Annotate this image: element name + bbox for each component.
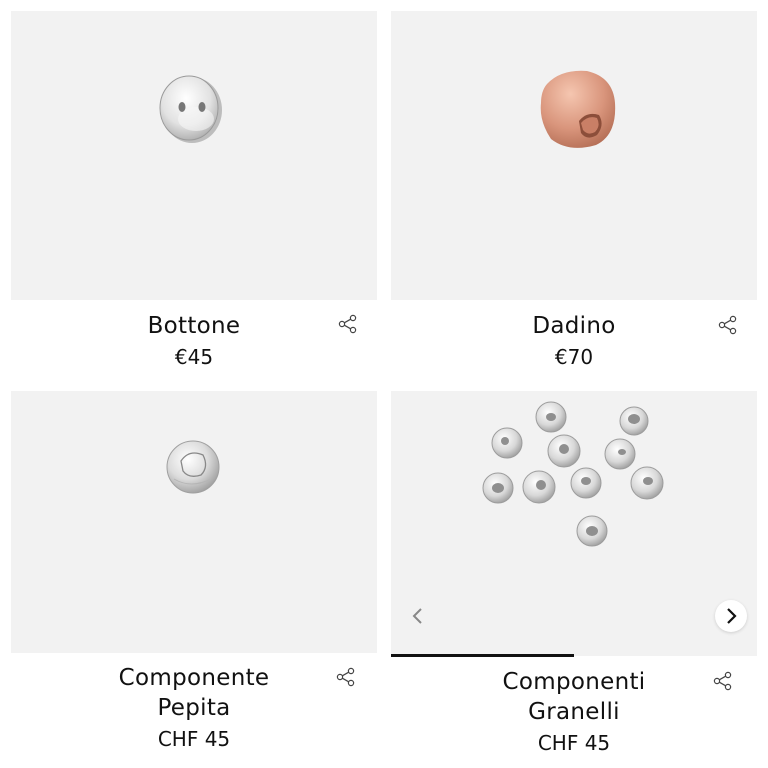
product-name[interactable]: Bottone [11,311,377,341]
product-card-bottone[interactable]: Bottone €45 [11,11,377,379]
product-price: €45 [174,345,214,369]
chevron-left-icon [412,608,422,624]
chevron-right-icon [727,608,737,624]
share-icon[interactable] [712,670,734,692]
carousel-prev-button[interactable] [402,600,434,632]
product-card-componenti-granelli[interactable]: Componenti Granelli CHF 45 [391,391,757,761]
product-price: CHF 45 [157,727,231,751]
product-card-dadino[interactable]: Dadino €70 [391,11,757,379]
product-name[interactable]: Dadino [391,311,757,341]
product-image-carousel[interactable] [391,391,757,656]
silver-beads-set-icon [482,401,664,547]
product-price: €70 [554,345,594,369]
product-price: CHF 45 [537,731,611,755]
product-name-line[interactable]: Pepita [11,693,377,723]
carousel-next-button[interactable] [715,600,747,632]
rose-gold-cube-bead-icon [540,70,616,148]
product-image[interactable] [11,391,377,653]
product-name-line[interactable]: Granelli [391,697,757,727]
carousel-progress-indicator [391,654,574,657]
product-image[interactable] [391,11,757,300]
share-icon[interactable] [717,314,739,336]
silver-nugget-bead-icon [166,440,220,494]
share-icon[interactable] [335,666,357,688]
product-name-line[interactable]: Componenti [391,667,757,697]
product-name-line[interactable]: Componente [11,663,377,693]
product-card-componente-pepita[interactable]: Componente Pepita CHF 45 [11,391,377,761]
share-icon[interactable] [337,313,359,335]
silver-button-icon [159,75,222,143]
product-image[interactable] [11,11,377,300]
